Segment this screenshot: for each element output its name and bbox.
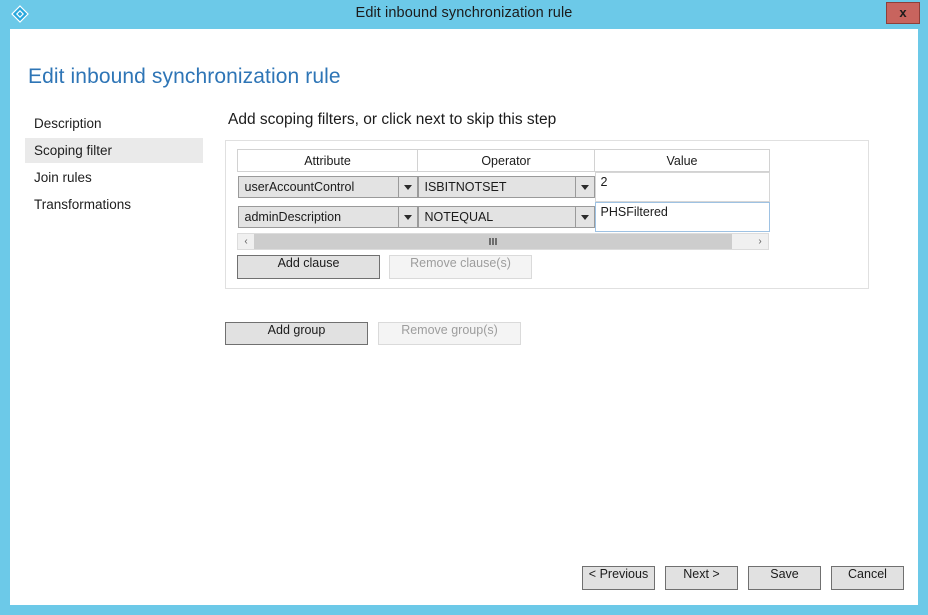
operator-dropdown-value: ISBITNOTSET — [424, 180, 507, 194]
chevron-down-icon[interactable] — [574, 177, 594, 197]
clause-table: Attribute Operator Value userAccountCont… — [237, 149, 770, 232]
scrollbar-thumb[interactable] — [254, 234, 732, 249]
attribute-dropdown-value: adminDescription — [244, 210, 342, 224]
table-header-row: Attribute Operator Value — [237, 149, 770, 172]
sidebar-item-label: Transformations — [34, 197, 132, 212]
save-button[interactable]: Save — [748, 566, 821, 590]
scoping-filter-group: Attribute Operator Value userAccountCont… — [225, 140, 869, 289]
operator-dropdown-value: NOTEQUAL — [424, 210, 494, 224]
close-button[interactable]: x — [886, 2, 920, 24]
sidebar-item-join-rules[interactable]: Join rules — [25, 165, 203, 190]
chevron-down-icon[interactable] — [397, 207, 417, 227]
value-input-row-2[interactable]: PHSFiltered — [594, 202, 770, 232]
dialog-window: Edit inbound synchronization rule x Edit… — [0, 0, 928, 615]
attribute-dropdown-row-2[interactable]: adminDescription — [237, 206, 418, 228]
column-header-attribute: Attribute — [237, 149, 418, 172]
sidebar-item-scoping-filter[interactable]: Scoping filter — [25, 138, 203, 163]
chevron-down-icon[interactable] — [397, 177, 417, 197]
operator-dropdown-row-1[interactable]: ISBITNOTSET — [417, 176, 595, 198]
sidebar-item-label: Join rules — [34, 170, 92, 185]
cell-attribute: userAccountControl — [237, 172, 418, 203]
cancel-button[interactable]: Cancel — [831, 566, 904, 590]
remove-clause-button: Remove clause(s) — [389, 255, 532, 279]
main-content: Add scoping filters, or click next to sk… — [225, 111, 908, 289]
sidebar-item-label: Description — [34, 116, 102, 131]
cell-attribute: adminDescription — [237, 202, 418, 232]
next-button[interactable]: Next > — [665, 566, 738, 590]
sidebar-item-description[interactable]: Description — [25, 111, 203, 136]
table-row: adminDescription NOTEQUAL PHSFiltered — [237, 202, 770, 232]
clause-button-row: Add clause Remove clause(s) — [237, 255, 859, 279]
column-header-value: Value — [594, 149, 770, 172]
operator-dropdown-row-2[interactable]: NOTEQUAL — [417, 206, 595, 228]
title-bar: Edit inbound synchronization rule x — [0, 0, 928, 29]
scroll-left-icon[interactable]: ‹ — [238, 234, 254, 249]
cell-operator: NOTEQUAL — [417, 202, 595, 232]
column-header-operator: Operator — [417, 149, 595, 172]
window-title: Edit inbound synchronization rule — [355, 5, 573, 21]
chevron-down-icon[interactable] — [574, 207, 594, 227]
add-group-button[interactable]: Add group — [225, 322, 368, 345]
sidebar-item-label: Scoping filter — [34, 143, 113, 158]
scrollbar-track[interactable] — [254, 234, 752, 249]
remove-group-button: Remove group(s) — [378, 322, 521, 345]
group-button-row: Add group Remove group(s) — [225, 322, 521, 345]
attribute-dropdown-value: userAccountControl — [244, 180, 355, 194]
cell-value: 2 — [594, 172, 770, 202]
cell-value: PHSFiltered — [594, 202, 770, 232]
step-instruction: Add scoping filters, or click next to sk… — [228, 111, 557, 128]
previous-button[interactable]: < Previous — [582, 566, 655, 590]
table-row: userAccountControl ISBITNOTSET 2 — [237, 172, 770, 203]
page-title: Edit inbound synchronization rule — [28, 65, 341, 88]
footer-button-row: < Previous Next > Save Cancel — [572, 566, 904, 590]
value-input-row-1[interactable]: 2 — [594, 172, 770, 202]
grip-icon — [489, 238, 498, 245]
clause-table-horizontal-scrollbar[interactable]: ‹ › — [237, 233, 769, 250]
attribute-dropdown-row-1[interactable]: userAccountControl — [237, 176, 418, 198]
wizard-step-nav: Description Scoping filter Join rules Tr… — [25, 111, 203, 219]
sidebar-item-transformations[interactable]: Transformations — [25, 192, 203, 217]
scroll-right-icon[interactable]: › — [752, 234, 768, 249]
add-clause-button[interactable]: Add clause — [237, 255, 380, 279]
dialog-client-area: Edit inbound synchronization rule Descri… — [10, 29, 918, 605]
cell-operator: ISBITNOTSET — [417, 172, 595, 203]
